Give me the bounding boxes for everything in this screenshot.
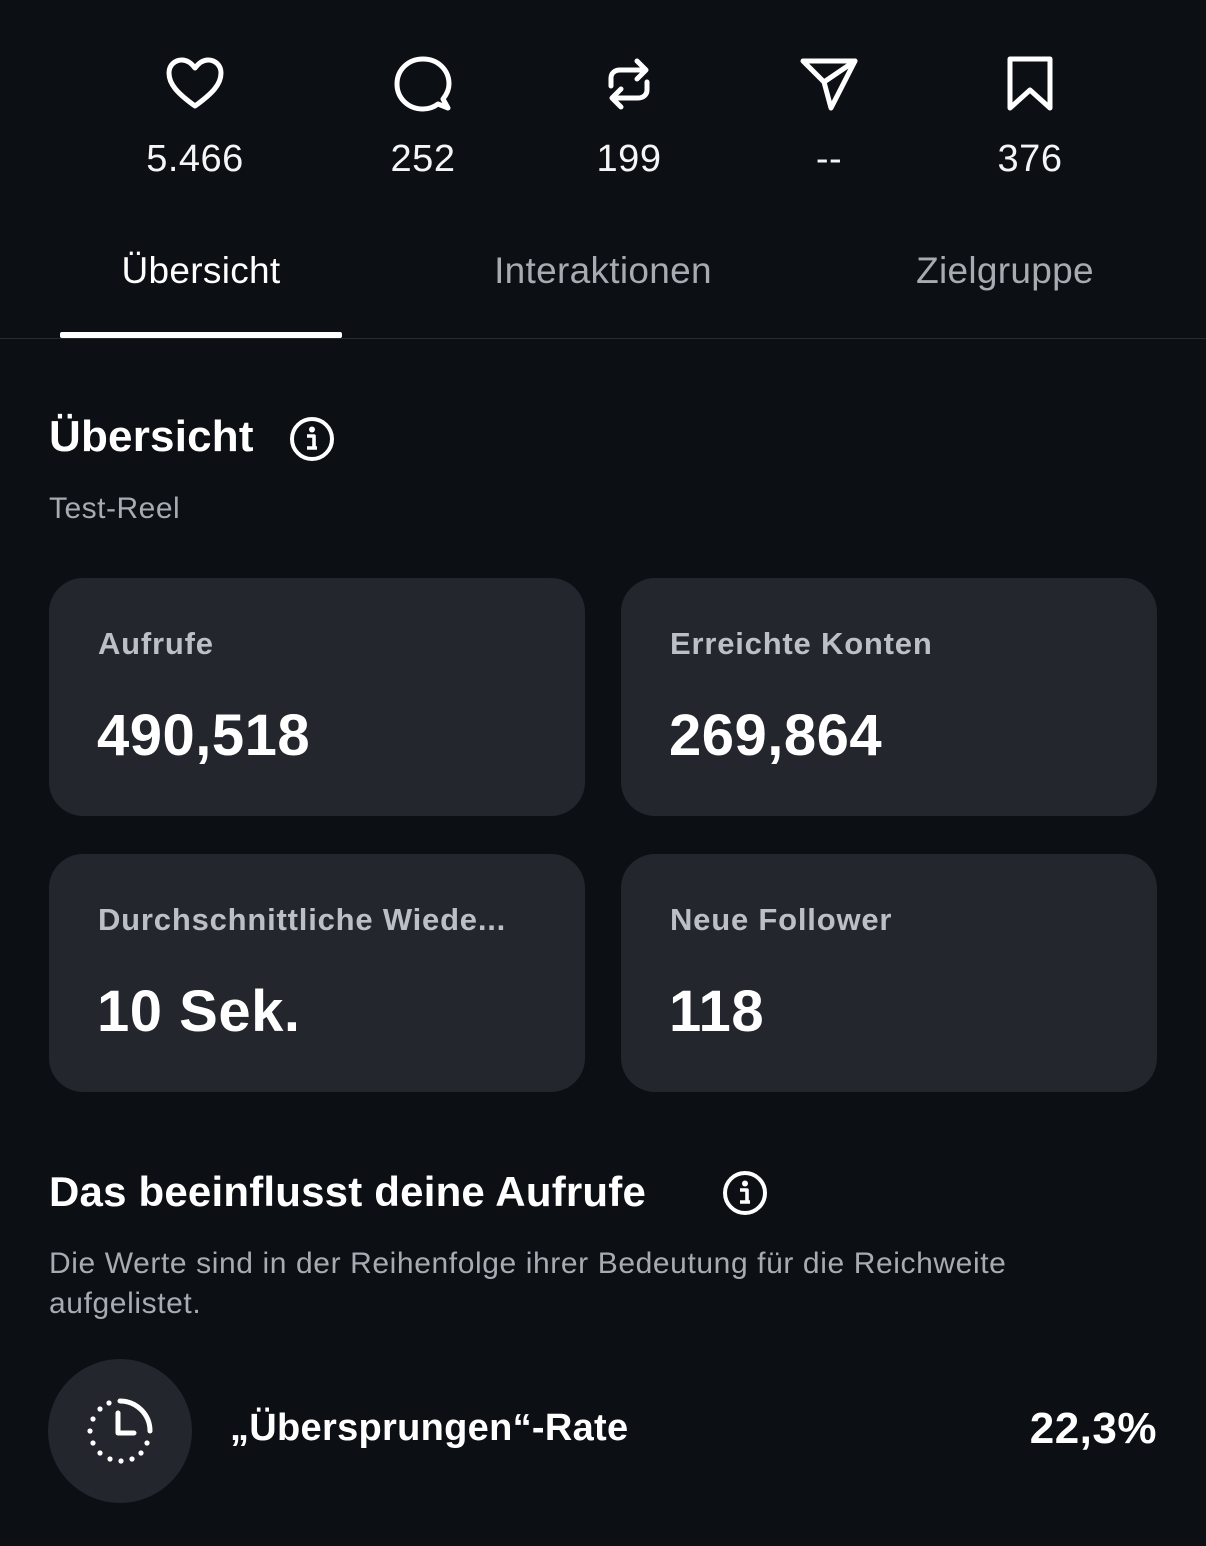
overview-title: Übersicht: [49, 412, 254, 461]
comments-stat[interactable]: 252: [323, 52, 523, 181]
card-label: Erreichte Konten: [670, 626, 933, 661]
repost-icon: [608, 58, 650, 110]
skip-rate-icon-container: [48, 1359, 192, 1503]
reposts-stat[interactable]: 199: [529, 52, 729, 181]
tab-overview[interactable]: Übersicht: [60, 250, 342, 292]
bookmark-icon: [1007, 56, 1053, 111]
card-value: 10 Sek.: [97, 979, 301, 1044]
card-value: 490,518: [97, 703, 311, 768]
influence-title: Das beeinflusst deine Aufrufe: [49, 1168, 647, 1215]
average-watch-time-card[interactable]: Durchschnittliche Wiede... 10 Sek.: [49, 854, 585, 1092]
comments-count: 252: [390, 138, 456, 180]
likes-count: 5.466: [146, 138, 244, 180]
info-icon[interactable]: [721, 1169, 769, 1217]
reposts-count: 199: [596, 138, 662, 180]
card-value: 118: [669, 979, 765, 1044]
heart-icon: [166, 57, 224, 109]
tab-audience[interactable]: Zielgruppe: [880, 250, 1130, 292]
card-label: Neue Follower: [670, 902, 893, 937]
tab-interactions[interactable]: Interaktionen: [452, 250, 754, 292]
views-card[interactable]: Aufrufe 490,518: [49, 578, 585, 816]
new-followers-card[interactable]: Neue Follower 118: [621, 854, 1157, 1092]
saves-stat[interactable]: 376: [930, 52, 1130, 181]
skip-rate-label: „Übersprungen“-Rate: [230, 1407, 629, 1449]
info-icon[interactable]: [288, 415, 336, 463]
card-value: 269,864: [669, 703, 883, 768]
card-label: Durchschnittliche Wiede...: [98, 902, 507, 937]
reel-name: Test-Reel: [49, 492, 181, 525]
tab-divider: [0, 338, 1206, 339]
shares-stat[interactable]: --: [729, 52, 929, 181]
influence-description: Die Werte sind in der Reihenfolge ihrer …: [49, 1247, 1007, 1320]
reached-accounts-card[interactable]: Erreichte Konten 269,864: [621, 578, 1157, 816]
skip-rate-value: 22,3%: [1029, 1404, 1157, 1453]
share-icon: [800, 58, 858, 111]
comment-icon: [394, 56, 452, 112]
saves-count: 376: [997, 138, 1063, 180]
shares-count: --: [815, 138, 843, 180]
likes-stat[interactable]: 5.466: [95, 52, 295, 181]
skip-timer-icon: [87, 1398, 153, 1464]
card-label: Aufrufe: [98, 626, 214, 661]
